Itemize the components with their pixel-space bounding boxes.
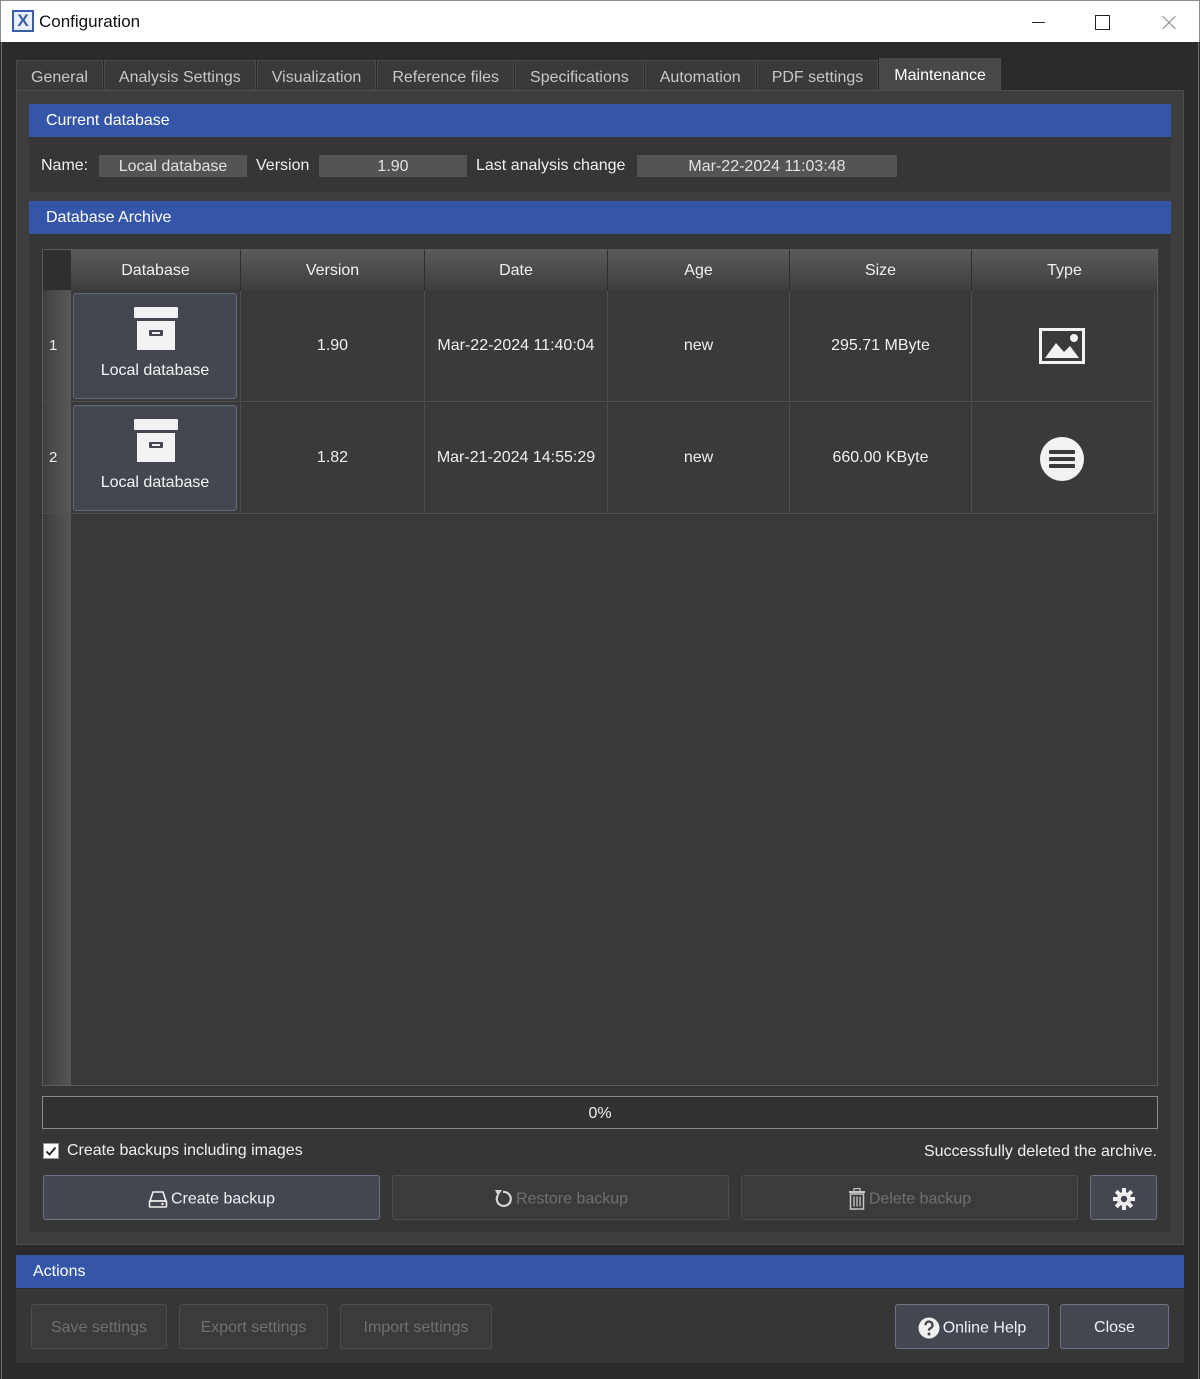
save-settings-button[interactable]: Save settings: [31, 1304, 167, 1349]
create-backup-label: Create backup: [170, 1190, 276, 1208]
tab-visualization[interactable]: Visualization: [256, 60, 377, 90]
image-icon: [1039, 328, 1085, 364]
size-cell: 295.71 MByte: [790, 291, 972, 402]
trash-icon: [848, 1187, 865, 1210]
backup-settings-button[interactable]: [1090, 1175, 1157, 1220]
database-name-field: Local database: [99, 155, 247, 177]
tab-analysis-settings[interactable]: Analysis Settings: [103, 60, 256, 90]
app-icon: X: [12, 10, 34, 32]
title-bar: X Configuration: [0, 0, 1200, 42]
tab-maintenance[interactable]: Maintenance: [879, 58, 1001, 90]
version-cell: 1.82: [241, 403, 425, 514]
online-help-label: Online Help: [942, 1319, 1027, 1337]
gear-icon: [1112, 1187, 1135, 1210]
maximize-button[interactable]: [1079, 7, 1125, 37]
include-images-checkbox[interactable]: [43, 1143, 59, 1159]
archive-box-icon: [134, 307, 178, 350]
current-database-header: Current database: [29, 104, 1171, 137]
minimize-button[interactable]: [1015, 7, 1061, 37]
database-name: Local database: [100, 362, 210, 379]
include-images-label[interactable]: Create backups including images: [67, 1142, 303, 1160]
export-settings-button[interactable]: Export settings: [179, 1304, 328, 1349]
list-circle-icon: [1040, 437, 1084, 481]
database-version-field: 1.90: [319, 155, 467, 177]
name-label: Name:: [41, 157, 89, 174]
checkmark-icon: [45, 1146, 57, 1156]
progress-text: 0%: [588, 1105, 612, 1122]
column-header-type[interactable]: Type: [972, 250, 1157, 290]
column-header-age[interactable]: Age: [608, 250, 790, 290]
actions-header: Actions: [16, 1255, 1184, 1288]
tab-specifications[interactable]: Specifications: [515, 60, 644, 90]
version-cell: 1.90: [241, 291, 425, 402]
type-cell: [972, 403, 1155, 514]
backup-progress-bar: 0%: [42, 1096, 1158, 1129]
restore-icon: [494, 1189, 512, 1207]
table-row: Local database: [71, 403, 241, 514]
age-cell: new: [608, 291, 790, 402]
window-title: Configuration: [39, 12, 141, 31]
drive-icon: [148, 1190, 168, 1208]
delete-backup-label: Delete backup: [868, 1190, 972, 1208]
type-cell: [972, 291, 1155, 402]
close-button[interactable]: Close: [1060, 1304, 1169, 1349]
tab-bar: General Analysis Settings Visualization …: [16, 58, 1002, 90]
column-header-database[interactable]: Database: [71, 250, 241, 290]
tab-reference-files[interactable]: Reference files: [377, 60, 515, 90]
date-cell: Mar-22-2024 11:40:04: [425, 291, 608, 402]
status-message: Successfully deleted the archive.: [923, 1143, 1157, 1160]
create-backup-button[interactable]: Create backup: [43, 1175, 380, 1220]
age-cell: new: [608, 403, 790, 514]
import-settings-button[interactable]: Import settings: [340, 1304, 492, 1349]
tab-pdf-settings[interactable]: PDF settings: [756, 60, 879, 90]
row-number[interactable]: 2: [43, 403, 71, 514]
database-name: Local database: [100, 474, 210, 491]
archive-box-icon: [134, 419, 178, 462]
last-analysis-change-field: Mar-22-2024 11:03:48: [637, 155, 897, 177]
database-button[interactable]: Local database: [73, 405, 237, 511]
table-row: Local database: [71, 291, 241, 402]
column-header-date[interactable]: Date: [425, 250, 608, 290]
tab-automation[interactable]: Automation: [644, 60, 756, 90]
column-header-size[interactable]: Size: [790, 250, 972, 290]
restore-backup-label: Restore backup: [515, 1190, 629, 1208]
table-corner: [43, 250, 71, 290]
row-number[interactable]: 1: [43, 291, 71, 402]
close-window-button[interactable]: [1144, 7, 1190, 37]
version-label: Version: [256, 157, 310, 174]
date-cell: Mar-21-2024 14:55:29: [425, 403, 608, 514]
delete-backup-button[interactable]: Delete backup: [741, 1175, 1078, 1220]
help-icon: [918, 1317, 940, 1339]
archive-table: Database Version Date Age Size Type 1 Lo…: [42, 249, 1158, 1086]
size-cell: 660.00 KByte: [790, 403, 972, 514]
last-analysis-change-label: Last analysis change: [476, 157, 626, 174]
column-header-version[interactable]: Version: [241, 250, 425, 290]
online-help-button[interactable]: Online Help: [895, 1304, 1049, 1349]
database-button[interactable]: Local database: [73, 293, 237, 399]
tab-general[interactable]: General: [16, 60, 103, 90]
database-archive-header: Database Archive: [29, 201, 1171, 234]
restore-backup-button[interactable]: Restore backup: [392, 1175, 729, 1220]
